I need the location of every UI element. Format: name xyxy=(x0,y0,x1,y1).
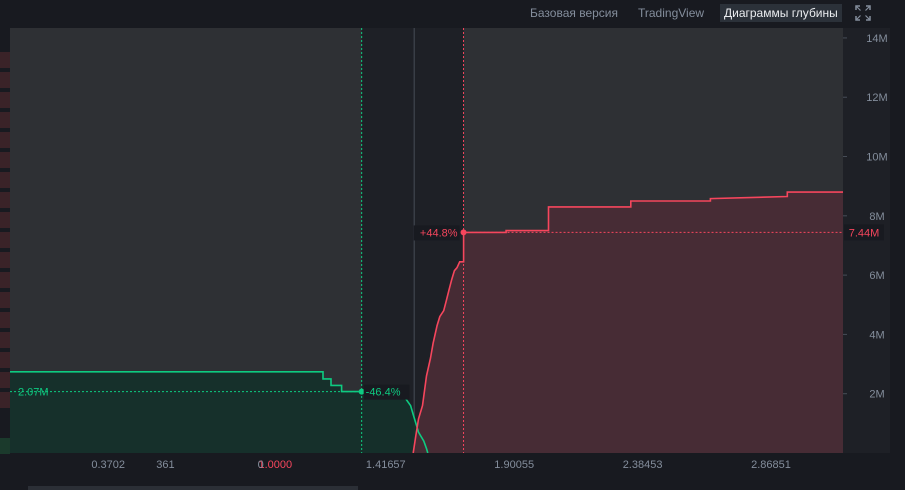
ask-percent-label: +44.8% xyxy=(420,227,458,239)
view-switcher: Базовая версия TradingView Диаграммы глу… xyxy=(0,0,905,26)
tab-tradingview[interactable]: TradingView xyxy=(634,4,708,22)
bid-amount-label: 2.07M xyxy=(18,387,49,399)
x-tick-label: 2.38453 xyxy=(623,459,663,471)
orderbook-edge xyxy=(0,52,10,457)
tab-depth-chart[interactable]: Диаграммы глубины xyxy=(720,4,842,22)
ask-reference-point xyxy=(460,229,467,236)
bottom-bar xyxy=(0,480,905,490)
y-tick-label: 12M xyxy=(866,92,887,104)
x-tick-label: 361 xyxy=(156,459,174,471)
tab-basic-version[interactable]: Базовая версия xyxy=(526,4,622,22)
y-tick-label: 6M xyxy=(869,270,884,282)
y-tick-label: 4M xyxy=(869,329,884,341)
y-tick-label: 10M xyxy=(866,152,887,164)
y-tick-label: 8M xyxy=(869,211,884,223)
x-tick-label: 1.41657 xyxy=(366,459,406,471)
y-tick-label: 14M xyxy=(866,33,887,45)
x-tick-label: 1.90055 xyxy=(494,459,534,471)
right-scroll-gutter xyxy=(890,26,905,480)
bid-percent-label: -46.4% xyxy=(366,387,401,399)
depth-chart-svg[interactable]: 2.07M -46.4% +44.8% 2M 4M 6M 8M 10M 12M 14M 7.44M… xyxy=(10,28,890,480)
x-tick-label: 2.86851 xyxy=(751,459,791,471)
depth-chart[interactable]: 2.07M -46.4% +44.8% 2M 4M 6M 8M 10M 12M 14M 7.44M… xyxy=(10,28,890,480)
expand-icon[interactable] xyxy=(854,4,872,22)
depth-chart-panel: Базовая версия TradingView Диаграммы глу… xyxy=(0,0,905,490)
y-tick-label: 2M xyxy=(869,389,884,401)
x-tick-label: 0.3702 xyxy=(91,459,125,471)
ask-amount-tag: 7.44M xyxy=(849,227,880,239)
bid-depth-area xyxy=(10,371,428,453)
x-tick-label: 0 xyxy=(258,459,264,471)
